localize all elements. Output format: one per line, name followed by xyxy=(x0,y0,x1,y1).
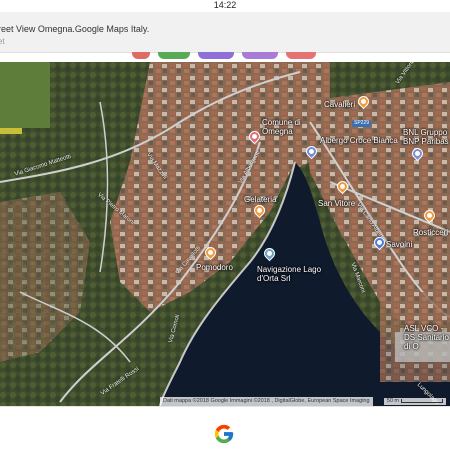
page-subtitle: et xyxy=(0,37,5,46)
category-pill-5[interactable] xyxy=(286,52,316,59)
category-pill-2[interactable] xyxy=(158,52,190,59)
category-pill-4[interactable] xyxy=(242,52,278,59)
status-time: 14:22 xyxy=(213,0,237,10)
place-label[interactable]: BNL Gruppo BNP Paribas xyxy=(403,128,450,146)
place-label[interactable]: Savoini xyxy=(386,240,412,249)
category-pill-1[interactable] xyxy=(132,52,150,59)
scale-label: 50 m xyxy=(386,398,399,404)
category-pills xyxy=(0,52,450,60)
footer xyxy=(0,406,450,451)
road-sign: SP229 xyxy=(352,120,372,127)
place-label[interactable]: Gelateria xyxy=(244,195,276,204)
place-label[interactable]: Rosticceri xyxy=(413,228,448,237)
category-pill-3[interactable] xyxy=(198,52,234,59)
place-label[interactable]: Cavalieri xyxy=(324,100,355,109)
map-attribution: Dati mappa ©2018 Google Immagini ©2018 ,… xyxy=(160,397,373,406)
place-label[interactable]: Comune di Omegna xyxy=(262,118,322,136)
map-scale: 50 m xyxy=(383,398,446,405)
google-g-logo[interactable] xyxy=(213,423,235,445)
place-label[interactable]: ASL VCO - DS Sanitario di O xyxy=(404,324,450,351)
place-label[interactable]: Navigazione Lago d'Orta Srl xyxy=(257,265,327,283)
satellite-map[interactable]: Via Giacomo Matteotti Via Mazzini Via Al… xyxy=(0,62,450,406)
page-header: reet View Omegna.Google Maps Italy. et xyxy=(0,12,450,53)
place-label[interactable]: Pomodoro xyxy=(196,263,233,272)
status-bar: 14:22 xyxy=(0,0,450,12)
place-label[interactable]: Albergo Croce Bianca xyxy=(320,136,398,145)
scale-bar xyxy=(401,398,443,403)
place-label[interactable]: San Vitore xyxy=(318,199,355,208)
page-title: reet View Omegna.Google Maps Italy. xyxy=(0,24,150,34)
